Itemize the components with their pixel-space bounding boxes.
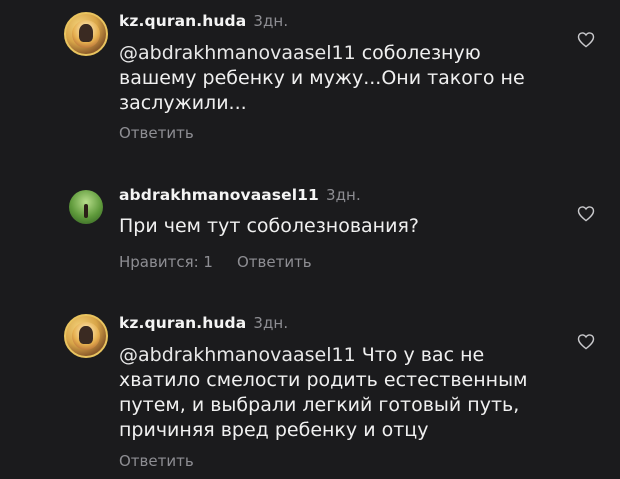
heart-icon[interactable] [577, 31, 595, 48]
heart-icon[interactable] [577, 333, 595, 350]
likes-count[interactable]: Нравится: 1 [119, 253, 213, 271]
timestamp: 3дн. [253, 314, 289, 332]
timestamp: 3дн. [325, 186, 361, 204]
comment-header: abdrakhmanovaasel11 3дн. [119, 186, 361, 204]
comment-header: kz.quran.huda 3дн. [119, 12, 288, 30]
heart-icon[interactable] [577, 205, 595, 222]
reply-button[interactable]: Ответить [119, 452, 194, 470]
mention-link[interactable]: @abdrakhmanovaasel11 [119, 344, 356, 366]
username[interactable]: abdrakhmanovaasel11 [119, 186, 319, 204]
avatar[interactable] [69, 190, 103, 224]
comment-text: @abdrakhmanovaasel11 соболезную вашему р… [119, 41, 549, 116]
comment-text: При чем тут соболезнования? [119, 214, 549, 239]
comment-actions: Нравится: 1 Ответить [119, 253, 336, 271]
username[interactable]: kz.quran.huda [119, 314, 246, 332]
mention-link[interactable]: @abdrakhmanovaasel11 [119, 42, 356, 64]
comment-header: kz.quran.huda 3дн. [119, 314, 288, 332]
comment-text: @abdrakhmanovaasel11 Что у вас не хватил… [119, 343, 549, 443]
avatar[interactable] [64, 12, 108, 56]
avatar[interactable] [64, 314, 108, 358]
comment-actions: Ответить [119, 452, 218, 470]
reply-button[interactable]: Ответить [119, 124, 194, 142]
comment-body: При чем тут соболезнования? [119, 215, 419, 237]
timestamp: 3дн. [253, 12, 289, 30]
username[interactable]: kz.quran.huda [119, 12, 246, 30]
reply-button[interactable]: Ответить [237, 253, 312, 271]
comment-actions: Ответить [119, 124, 218, 142]
